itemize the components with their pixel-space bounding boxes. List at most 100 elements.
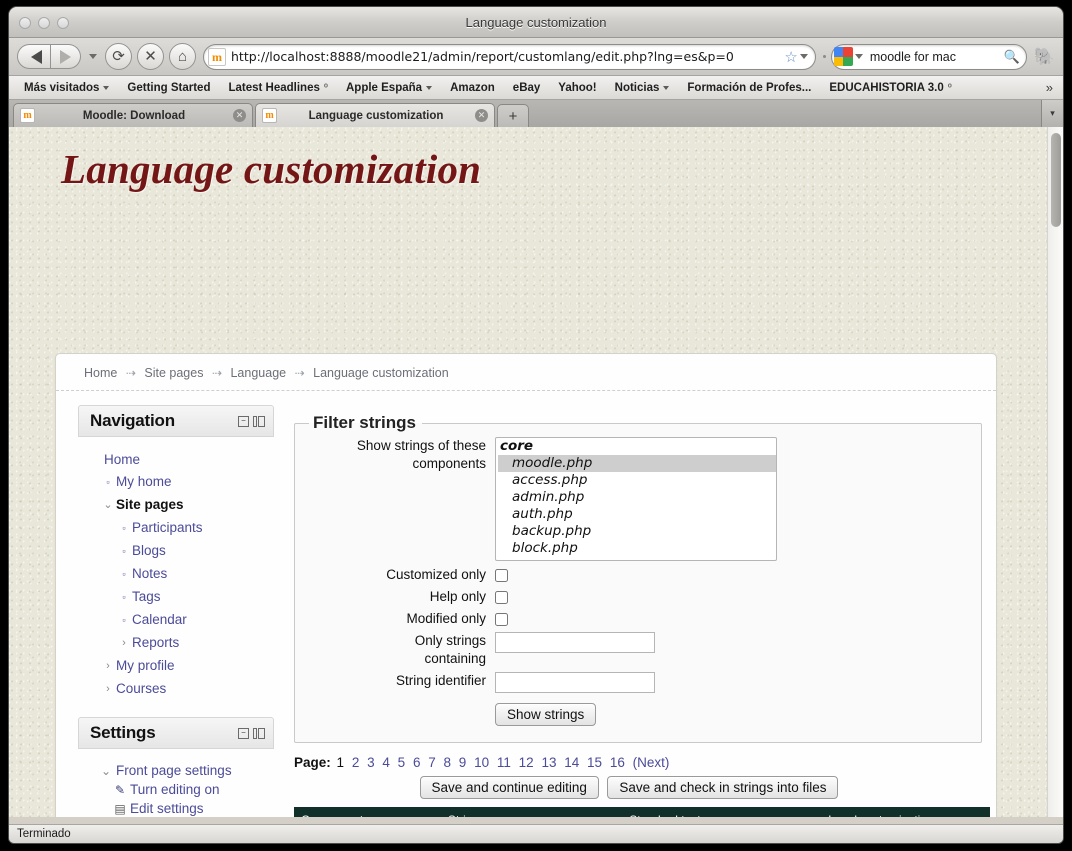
nav-item-label[interactable]: Calendar <box>132 612 187 628</box>
nav-item-label[interactable]: Blogs <box>132 543 166 559</box>
history-dropdown-icon[interactable] <box>89 54 97 59</box>
chevron-right-icon[interactable]: › <box>116 635 132 652</box>
minimize-window-button[interactable] <box>38 17 50 29</box>
customized-only-checkbox[interactable] <box>495 569 508 582</box>
nav-item-notes[interactable]: ▫ Notes <box>88 563 270 586</box>
component-option[interactable]: auth.php <box>498 506 776 523</box>
settings-item-edit-settings[interactable]: ▤ Edit settings <box>88 799 270 817</box>
show-strings-button[interactable]: Show strings <box>495 703 596 726</box>
bookmark-item-formacion[interactable]: Formación de Profes... <box>678 82 820 94</box>
pagination-page-2[interactable]: 2 <box>352 755 360 770</box>
component-option[interactable]: moodle.php <box>498 455 776 472</box>
close-tab-icon[interactable]: ✕ <box>233 109 246 122</box>
tab-moodle-download[interactable]: m Moodle: Download ✕ <box>13 103 253 127</box>
nav-item-my-profile[interactable]: › My profile <box>88 655 270 678</box>
settings-item-label[interactable]: Edit settings <box>130 801 204 816</box>
bookmark-item-yahoo[interactable]: Yahoo! <box>549 82 605 94</box>
component-option[interactable]: admin.php <box>498 489 776 506</box>
bookmark-item-apple-espana[interactable]: Apple España <box>337 82 441 94</box>
pagination-page-4[interactable]: 4 <box>382 755 390 770</box>
bookmark-item-getting-started[interactable]: Getting Started <box>118 82 219 94</box>
pagination-page-3[interactable]: 3 <box>367 755 375 770</box>
search-bar[interactable]: moodle for mac 🔍 <box>831 44 1027 70</box>
nav-item-courses[interactable]: › Courses <box>88 678 270 701</box>
bookmark-item-mas-visitados[interactable]: Más visitados <box>15 82 118 94</box>
pagination-page-8[interactable]: 8 <box>444 755 452 770</box>
nav-item-home[interactable]: Home <box>88 449 270 471</box>
help-only-checkbox[interactable] <box>495 591 508 604</box>
nav-item-label[interactable]: My home <box>116 474 172 490</box>
nav-item-tags[interactable]: ▫ Tags <box>88 586 270 609</box>
nav-item-my-home[interactable]: ▫ My home <box>88 471 270 494</box>
pagination-page-6[interactable]: 6 <box>413 755 421 770</box>
close-window-button[interactable] <box>19 17 31 29</box>
nav-item-label[interactable]: Participants <box>132 520 203 536</box>
modified-only-checkbox[interactable] <box>495 613 508 626</box>
new-tab-button[interactable]: + <box>497 104 529 127</box>
bookmark-item-amazon[interactable]: Amazon <box>441 82 504 94</box>
component-option[interactable]: block.php <box>498 540 776 557</box>
page-scrollbar[interactable] <box>1047 127 1063 817</box>
settings-item-front-page-settings[interactable]: ⌄ Front page settings <box>88 761 270 780</box>
substring-input[interactable] <box>495 632 655 653</box>
component-option[interactable]: access.php <box>498 472 776 489</box>
pagination-page-11[interactable]: 11 <box>497 755 511 770</box>
tab-language-customization[interactable]: m Language customization ✕ <box>255 103 495 127</box>
save-and-check-in-button[interactable]: Save and check in strings into files <box>607 776 838 799</box>
close-tab-icon[interactable]: ✕ <box>475 109 488 122</box>
chevron-right-icon[interactable]: › <box>100 658 116 675</box>
address-bar[interactable]: m http://localhost:8888/moodle21/admin/r… <box>203 44 816 70</box>
components-select[interactable]: moodle.php access.php admin.php auth.php… <box>495 437 777 561</box>
stringid-input[interactable] <box>495 672 655 693</box>
nav-item-label[interactable]: Notes <box>132 566 167 582</box>
back-button[interactable] <box>17 44 51 69</box>
home-button[interactable]: ⌂ <box>169 43 196 70</box>
search-engine-dropdown-icon[interactable] <box>855 54 863 59</box>
breadcrumb-item-home[interactable]: Home <box>84 366 117 380</box>
url-text[interactable]: http://localhost:8888/moodle21/admin/rep… <box>231 49 782 64</box>
chevron-down-icon[interactable]: ⌄ <box>100 497 116 514</box>
chevron-right-icon[interactable]: › <box>100 681 116 698</box>
bookmark-star-icon[interactable]: ☆ <box>784 48 797 66</box>
dock-block-icon[interactable] <box>253 416 265 427</box>
pagination-page-12[interactable]: 12 <box>519 755 534 770</box>
nav-item-calendar[interactable]: ▫ Calendar <box>88 609 270 632</box>
page-scrollbar-thumb[interactable] <box>1051 133 1061 227</box>
collapse-block-icon[interactable]: − <box>238 416 249 427</box>
pagination-page-16[interactable]: 16 <box>610 755 625 770</box>
pagination-page-7[interactable]: 7 <box>428 755 436 770</box>
breadcrumb-item-site-pages[interactable]: Site pages <box>144 366 203 380</box>
search-input[interactable]: moodle for mac <box>866 50 1004 64</box>
pagination-page-15[interactable]: 15 <box>587 755 602 770</box>
magnifier-icon[interactable]: 🔍 <box>1004 49 1020 65</box>
bookmark-item-latest-headlines[interactable]: Latest Headlines ᵒ <box>219 82 337 94</box>
address-dropdown-icon[interactable] <box>800 54 808 59</box>
pagination-page-13[interactable]: 13 <box>541 755 556 770</box>
nav-item-label[interactable]: Tags <box>132 589 161 605</box>
nav-item-site-pages[interactable]: ⌄ Site pages <box>88 494 270 517</box>
google-engine-icon[interactable] <box>834 47 853 66</box>
nav-item-label[interactable]: Site pages <box>116 497 184 513</box>
collapse-block-icon[interactable]: − <box>238 728 249 739</box>
pagination-page-5[interactable]: 5 <box>398 755 406 770</box>
component-option[interactable]: backup.php <box>498 523 776 540</box>
nav-item-reports[interactable]: › Reports <box>88 632 270 655</box>
pagination-page-14[interactable]: 14 <box>564 755 579 770</box>
chevron-down-icon[interactable]: ⌄ <box>96 764 116 778</box>
bookmark-item-noticias[interactable]: Noticias <box>606 82 679 94</box>
zoom-window-button[interactable] <box>57 17 69 29</box>
stop-button[interactable]: ✕ <box>137 43 164 70</box>
bookmark-item-ebay[interactable]: eBay <box>504 82 550 94</box>
settings-item-label[interactable]: Front page settings <box>116 763 232 778</box>
nav-item-participants[interactable]: ▫ Participants <box>88 517 270 540</box>
save-and-continue-editing-button[interactable]: Save and continue editing <box>420 776 599 799</box>
breadcrumb-item-language[interactable]: Language <box>230 366 286 380</box>
settings-item-label[interactable]: Turn editing on <box>130 782 220 797</box>
nav-item-label[interactable]: Home <box>104 452 140 468</box>
bookmark-item-educahistoria[interactable]: EDUCAHISTORIA 3.0 ᵒ <box>820 82 961 94</box>
evernote-icon[interactable]: 🐘 <box>1034 47 1055 67</box>
pagination-next[interactable]: (Next) <box>633 755 670 770</box>
dock-block-icon[interactable] <box>253 728 265 739</box>
pagination-page-10[interactable]: 10 <box>474 755 489 770</box>
list-all-tabs-icon[interactable]: ▾ <box>1041 100 1063 127</box>
